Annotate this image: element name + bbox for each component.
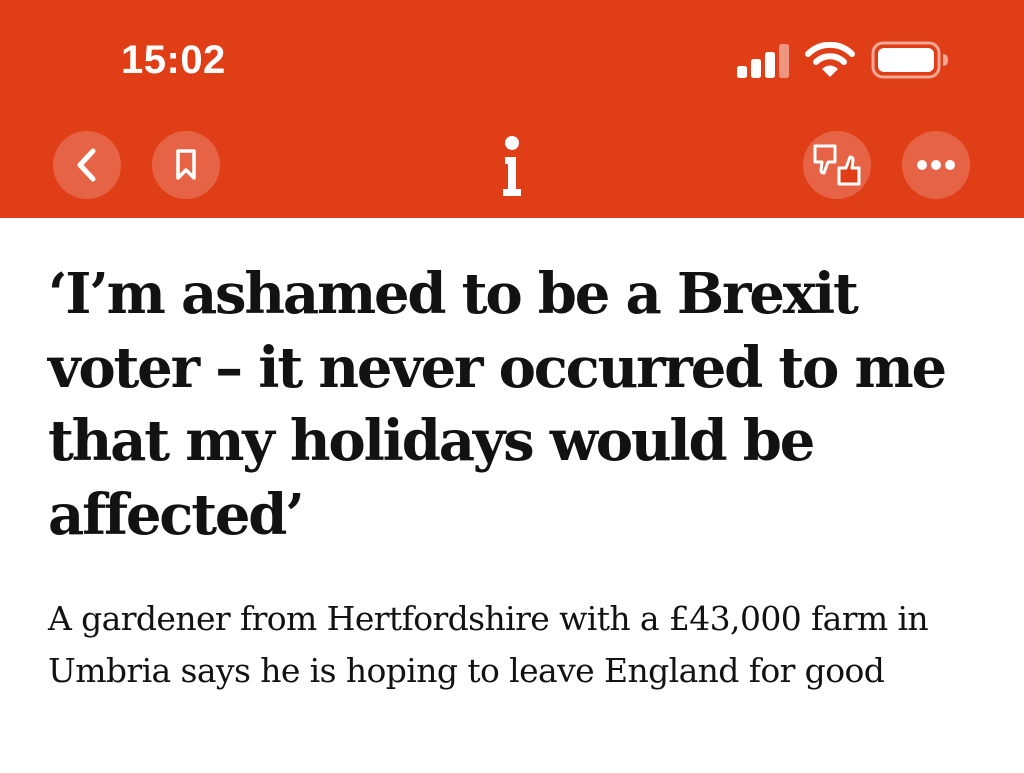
app-screen: 15:02 ‘I’m ashamed to be a Brexit voter …	[0, 0, 1024, 773]
top-bar: 15:02	[0, 0, 1024, 218]
bookmark-button[interactable]	[152, 131, 220, 199]
cellular-signal-icon	[737, 44, 789, 78]
battery-icon	[871, 41, 948, 79]
wifi-icon	[805, 42, 855, 77]
status-time: 15:02	[121, 38, 226, 82]
i-logo	[503, 136, 521, 196]
article-standfirst: A gardener from Hertfordshire with a £43…	[48, 599, 929, 690]
back-button[interactable]	[53, 131, 121, 199]
article-headline: ‘I’m ashamed to be a Brexit voter – it n…	[48, 261, 947, 548]
bookmark-icon	[176, 149, 196, 180]
more-options-button[interactable]	[902, 131, 970, 199]
reactions-button[interactable]	[803, 131, 871, 199]
chevron-left-icon	[77, 148, 96, 182]
more-dots-icon	[917, 160, 955, 170]
thumbs-up-down-icon	[813, 144, 861, 186]
